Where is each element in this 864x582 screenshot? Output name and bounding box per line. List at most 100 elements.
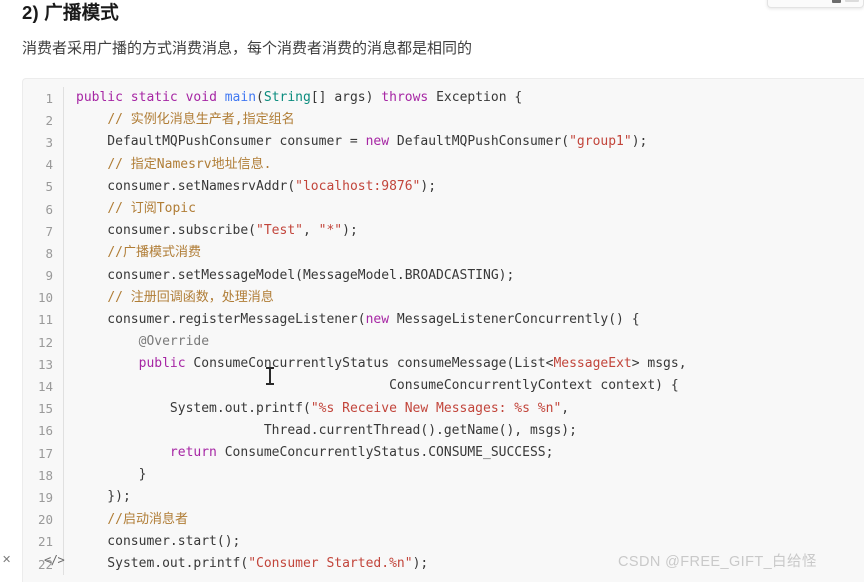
code-token-pln: );: [342, 223, 358, 239]
code-token-kw: return: [169, 445, 217, 460]
code-token-pln: [76, 445, 170, 460]
description-paragraph: 消费者采用广播的方式消费消息，每个消费者消费的消息都是相同的: [22, 40, 473, 57]
code-token-pln: consumer.setMessageModel(MessageModel.BR…: [76, 267, 515, 283]
code-line-content[interactable]: });: [63, 486, 864, 509]
code-line-content[interactable]: // 注册回调函数，处理消息: [63, 286, 864, 309]
code-line-content[interactable]: public ConsumeConcurrentlyStatus consume…: [63, 353, 864, 376]
line-number: 13: [37, 356, 53, 372]
code-line-row: 10 // 注册回调函数，处理消息: [23, 286, 864, 309]
code-token-pln: [] args): [310, 90, 382, 105]
code-line-content[interactable]: }: [63, 464, 864, 487]
code-line-content[interactable]: System.out.printf("%s Receive New Messag…: [63, 397, 864, 420]
code-line-content[interactable]: public static void main(String[] args) t…: [63, 87, 864, 110]
line-number: 4: [45, 157, 53, 173]
code-token-pln: [76, 245, 107, 260]
toolbar-indicator-icon: [832, 0, 841, 3]
code-token-pln: consumer.setNamesrvAddr(: [76, 178, 296, 194]
code-token-pln: [76, 157, 107, 172]
code-line-row: 8 //广播模式消费: [23, 242, 864, 265]
code-token-cmt: // 注册回调函数，处理消息: [107, 289, 274, 305]
line-number: 10: [37, 290, 53, 306]
code-token-pln: Exception {: [428, 90, 523, 105]
code-token-kw: new: [365, 134, 390, 150]
code-token-pln: MessageListenerConcurrently() {: [389, 311, 640, 327]
code-token-pln: ConsumeConcurrentlyStatus.CONSUME_SUCCES…: [216, 445, 554, 460]
code-block[interactable]: 1 public static void main(String[] args) …: [22, 78, 864, 582]
watermark-text: CSDN @FREE_GIFT_白给怪: [618, 554, 817, 570]
code-token-pln: [217, 90, 225, 105]
code-line-row: 1 public static void main(String[] args) …: [23, 87, 864, 110]
code-token-pln: DefaultMQPushConsumer consumer =: [76, 134, 366, 150]
code-token-fn: main: [224, 90, 257, 105]
code-view-icon[interactable]: </>: [44, 553, 65, 567]
code-line-content[interactable]: consumer.setNamesrvAddr("localhost:9876"…: [63, 175, 864, 198]
code-line-row: 9 consumer.setMessageModel(MessageModel.…: [23, 264, 864, 287]
code-token-pln: );: [420, 178, 437, 194]
line-number: 17: [37, 445, 53, 461]
code-block-inner: 1 public static void main(String[] args) …: [23, 79, 864, 582]
code-token-pln: DefaultMQPushConsumer(: [389, 134, 570, 150]
code-line-row: 18 }: [23, 464, 864, 487]
line-number: 6: [45, 201, 53, 217]
code-token-pln: [76, 334, 139, 349]
code-token-kw: static: [130, 90, 178, 105]
code-token-pln: (: [256, 90, 264, 105]
code-line-content[interactable]: // 实例化消息生产者,指定组名: [63, 109, 864, 132]
code-token-ann: @Override: [138, 334, 210, 350]
line-number: 3: [45, 134, 53, 150]
code-token-cmt: // 订阅Topic: [107, 200, 196, 216]
code-token-pln: ConsumeConcurrentlyStatus consumeMessage…: [185, 356, 554, 372]
line-number: 18: [37, 467, 53, 483]
code-token-str: "%s Receive New Messages: %s %n": [310, 400, 562, 416]
code-token-pln: [123, 90, 131, 105]
code-token-kw: throws: [381, 90, 429, 105]
code-line-content[interactable]: // 订阅Topic: [63, 197, 864, 221]
code-line-row: 4 // 指定Namesrv地址信息.: [23, 153, 864, 176]
code-line-content[interactable]: //启动消息者: [63, 508, 864, 531]
line-number: 16: [37, 423, 53, 439]
line-number: 14: [37, 379, 53, 395]
code-token-str: "localhost:9876": [295, 178, 421, 194]
code-line-content[interactable]: Thread.currentThread().getName(), msgs);: [63, 419, 864, 443]
code-token-pln: );: [631, 134, 648, 150]
code-line-row: 17 return ConsumeConcurrentlyStatus.CONS…: [23, 442, 864, 465]
code-token-kw: public: [76, 90, 123, 105]
code-token-pln: > msgs,: [631, 356, 687, 372]
line-number: 9: [45, 268, 53, 284]
line-number: 7: [45, 223, 53, 239]
code-line-row: 2 // 实例化消息生产者,指定组名: [23, 109, 864, 132]
code-token-cmt: //广播模式消费: [107, 245, 201, 261]
code-line-row: 5 consumer.setNamesrvAddr("localhost:987…: [23, 175, 864, 198]
code-line-row: 19 });: [23, 486, 864, 509]
line-number: 1: [45, 90, 53, 106]
floating-toolbar-panel[interactable]: [767, 0, 864, 8]
code-line-content[interactable]: // 指定Namesrv地址信息.: [63, 153, 864, 176]
code-line-row: 12 @Override: [23, 331, 864, 354]
code-token-pln: [76, 201, 107, 216]
code-line-row: 15 System.out.printf("%s Receive New Mes…: [23, 397, 864, 420]
code-token-pln: );: [412, 555, 429, 571]
code-line-content[interactable]: DefaultMQPushConsumer consumer = new Def…: [63, 131, 864, 154]
code-line-row: 13 public ConsumeConcurrentlyStatus cons…: [23, 353, 864, 376]
code-token-str: "group1": [569, 134, 632, 150]
code-line-content[interactable]: consumer.subscribe("Test", "*");: [63, 220, 864, 243]
code-token-pln: ,: [302, 223, 319, 239]
code-token-pln: [178, 90, 186, 105]
code-token-pln: System.out.printf(: [76, 400, 311, 416]
line-number: 15: [37, 401, 53, 417]
code-line-content[interactable]: ConsumeConcurrentlyContext context) {: [63, 375, 864, 398]
code-line-content[interactable]: //广播模式消费: [63, 242, 864, 265]
code-line-content[interactable]: consumer.setMessageModel(MessageModel.BR…: [63, 264, 864, 287]
code-token-kw: void: [185, 90, 217, 105]
code-line-row: 7 consumer.subscribe("Test", "*");: [23, 220, 864, 243]
code-token-pln: [76, 112, 107, 127]
code-line-content[interactable]: return ConsumeConcurrentlyStatus.CONSUME…: [63, 442, 864, 465]
close-icon[interactable]: ✕: [2, 553, 11, 566]
code-line-content[interactable]: @Override: [63, 331, 864, 354]
code-token-kw: new: [365, 311, 390, 327]
code-token-str: "*": [318, 223, 343, 239]
code-line-row: 16 Thread.currentThread().getName(), msg…: [23, 419, 864, 443]
code-token-str: "Test": [256, 223, 303, 239]
code-line-content[interactable]: consumer.registerMessageListener(new Mes…: [63, 308, 864, 332]
code-token-str: "Consumer Started.%n": [248, 555, 413, 571]
